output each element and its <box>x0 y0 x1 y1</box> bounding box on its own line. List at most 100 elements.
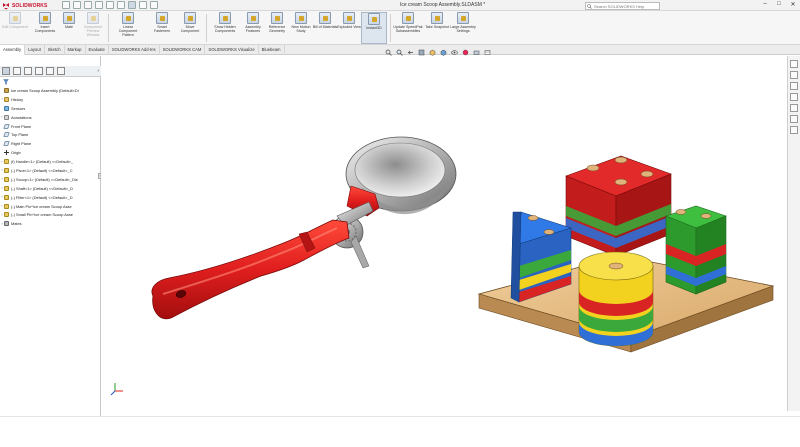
zoom-to-area-icon[interactable] <box>396 49 403 56</box>
tree-item-annotations[interactable]: › Annotations <box>0 113 100 122</box>
show-hidden-components-button[interactable]: Show Hidden Components <box>212 12 238 44</box>
mate-button[interactable]: Mate <box>56 12 82 44</box>
tree-item-handle[interactable]: › (f) Handle<1> (Default) <<Default>_ <box>0 157 100 166</box>
edit-appearance-icon[interactable] <box>462 49 469 56</box>
tree-item-sensors[interactable]: Sensors <box>0 104 100 113</box>
appearances-icon[interactable] <box>790 104 798 112</box>
custom-properties-icon[interactable] <box>790 115 798 123</box>
take-snapshot-button[interactable]: Take Snapshot <box>424 12 450 44</box>
section-view-icon[interactable] <box>418 49 425 56</box>
assembly-features-button[interactable]: Assembly Features <box>240 12 266 44</box>
new-document-icon[interactable] <box>73 1 81 9</box>
task-pane <box>787 56 800 411</box>
dimxpert-tab-icon[interactable] <box>35 67 43 75</box>
cam-tab-icon[interactable] <box>57 67 65 75</box>
tab-evaluate[interactable]: Evaluate <box>86 45 109 55</box>
tab-sketch[interactable]: Sketch <box>45 45 65 55</box>
shape-sorter-toy-model[interactable] <box>477 155 775 353</box>
component-preview-button[interactable]: Component Preview Window <box>80 12 106 44</box>
tab-layout[interactable]: Layout <box>25 45 45 55</box>
linear-pattern-label: Linear Component Pattern <box>118 25 138 37</box>
open-icon[interactable] <box>84 1 92 9</box>
exploded-view-button[interactable]: Exploded View <box>336 12 362 44</box>
graphics-area[interactable] <box>101 56 787 416</box>
filter-icon[interactable] <box>3 79 9 85</box>
view-orientation-icon[interactable] <box>429 49 436 56</box>
tree-item-label: Sensors <box>11 105 26 111</box>
reference-geometry-button[interactable]: Reference Geometry <box>264 12 290 44</box>
configuration-manager-tab-icon[interactable] <box>24 67 32 75</box>
help-search-input[interactable]: Search SOLIDWORKS Help <box>585 2 660 10</box>
edit-component-button[interactable]: Edit Component <box>2 12 28 44</box>
tree-item-label: (-) Fliter<1> (Default) <<Default>_D <box>11 194 73 200</box>
window-controls: – □ ✕ <box>760 1 798 8</box>
tree-root-assembly[interactable]: Ice cream Scoop Assembly (Default<Di <box>0 86 100 95</box>
tree-item-history[interactable]: › History <box>0 95 100 104</box>
tab-solidworks-addins[interactable]: SOLIDWORKS Add-Ins <box>109 45 160 55</box>
view-settings-icon[interactable] <box>484 49 491 56</box>
minimize-icon[interactable]: – <box>760 1 770 8</box>
tab-markup[interactable]: Markup <box>65 45 86 55</box>
update-speedpak-button[interactable]: Update SpeedPak Subassemblies <box>392 12 424 44</box>
solidworks-resources-icon[interactable] <box>790 60 798 68</box>
tree-item-scoop[interactable]: › (-) Scoop<1> (Default) <<Default>_Dis <box>0 175 100 184</box>
assembly-icon <box>4 87 9 93</box>
hide-show-items-icon[interactable] <box>451 49 458 56</box>
new-motion-study-button[interactable]: New Motion Study <box>288 12 314 44</box>
smart-fasteners-button[interactable]: Smart Fasteners <box>149 12 175 44</box>
tree-item-small-pin[interactable]: › (-) Small Pin^Ice cream Scoop Asse <box>0 210 100 219</box>
tab-solidworks-visualize[interactable]: SOLIDWORKS Visualize <box>205 45 259 55</box>
tree-item-fliter[interactable]: › (-) Fliter<1> (Default) <<Default>_D <box>0 193 100 202</box>
property-manager-tab-icon[interactable] <box>13 67 21 75</box>
insert-components-button[interactable]: Insert Components <box>32 12 58 44</box>
options-icon[interactable] <box>150 1 158 9</box>
linear-pattern-button[interactable]: Linear Component Pattern <box>115 12 141 44</box>
tab-assembly[interactable]: Assembly <box>0 45 26 55</box>
bill-of-materials-button[interactable]: Bill of Materials <box>312 12 338 44</box>
undo-icon[interactable] <box>117 1 125 9</box>
previous-view-icon[interactable] <box>407 49 414 56</box>
zoom-to-fit-icon[interactable] <box>385 49 392 56</box>
tree-item-pivot[interactable]: › (-) Pivot<1> (Default) <<Default>_C <box>0 166 100 175</box>
tree-item-front-plane[interactable]: Front Plane <box>0 122 100 131</box>
close-icon[interactable]: ✕ <box>788 1 798 8</box>
tab-solidworks-cam[interactable]: SOLIDWORKS CAM <box>160 45 206 55</box>
part-icon <box>4 159 9 165</box>
select-icon[interactable] <box>128 1 136 9</box>
app-logo[interactable]: SOLIDWORKS <box>2 1 47 10</box>
maximize-icon[interactable]: □ <box>774 1 784 8</box>
part-icon <box>4 176 9 182</box>
show-hidden-label: Show Hidden Components <box>214 25 236 33</box>
tree-item-main-pin[interactable]: › (-) Main Pin^Ice cream Scoop Asse <box>0 202 100 211</box>
display-manager-tab-icon[interactable] <box>46 67 54 75</box>
instant3d-button[interactable]: Instant3D <box>361 12 387 44</box>
insert-components-label: Insert Components <box>34 25 56 33</box>
design-library-icon[interactable] <box>790 71 798 79</box>
large-assembly-settings-button[interactable]: Large Assembly Settings <box>450 12 476 44</box>
move-component-button[interactable]: Move Component <box>177 12 203 44</box>
snapshot-label: Take Snapshot <box>425 25 449 29</box>
ice-cream-scoop-model[interactable] <box>151 136 457 320</box>
bill-of-materials-icon <box>319 12 331 24</box>
tree-item-top-plane[interactable]: Top Plane <box>0 130 100 139</box>
annotations-icon <box>4 114 9 120</box>
apply-scene-icon[interactable] <box>473 49 480 56</box>
tree-item-origin[interactable]: Origin <box>0 148 100 157</box>
origin-icon <box>4 150 9 156</box>
display-style-icon[interactable] <box>440 49 447 56</box>
tree-item-mates[interactable]: › Mates <box>0 219 100 228</box>
save-icon[interactable] <box>95 1 103 9</box>
tab-bluebeam[interactable]: Bluebeam <box>259 45 285 55</box>
tree-item-shaft[interactable]: › (-) Shaft<1> (Default) <<Default>_D <box>0 184 100 193</box>
home-icon[interactable] <box>62 1 70 9</box>
forum-icon[interactable] <box>790 126 798 134</box>
print-icon[interactable] <box>106 1 114 9</box>
file-explorer-icon[interactable] <box>790 82 798 90</box>
feature-manager-tab-icon[interactable] <box>2 67 10 75</box>
plane-icon <box>3 141 10 147</box>
view-palette-icon[interactable] <box>790 93 798 101</box>
rebuild-icon[interactable] <box>139 1 147 9</box>
bottom-area <box>0 416 800 447</box>
chevron-right-icon[interactable]: › <box>97 68 99 74</box>
tree-item-right-plane[interactable]: Right Plane <box>0 139 100 148</box>
